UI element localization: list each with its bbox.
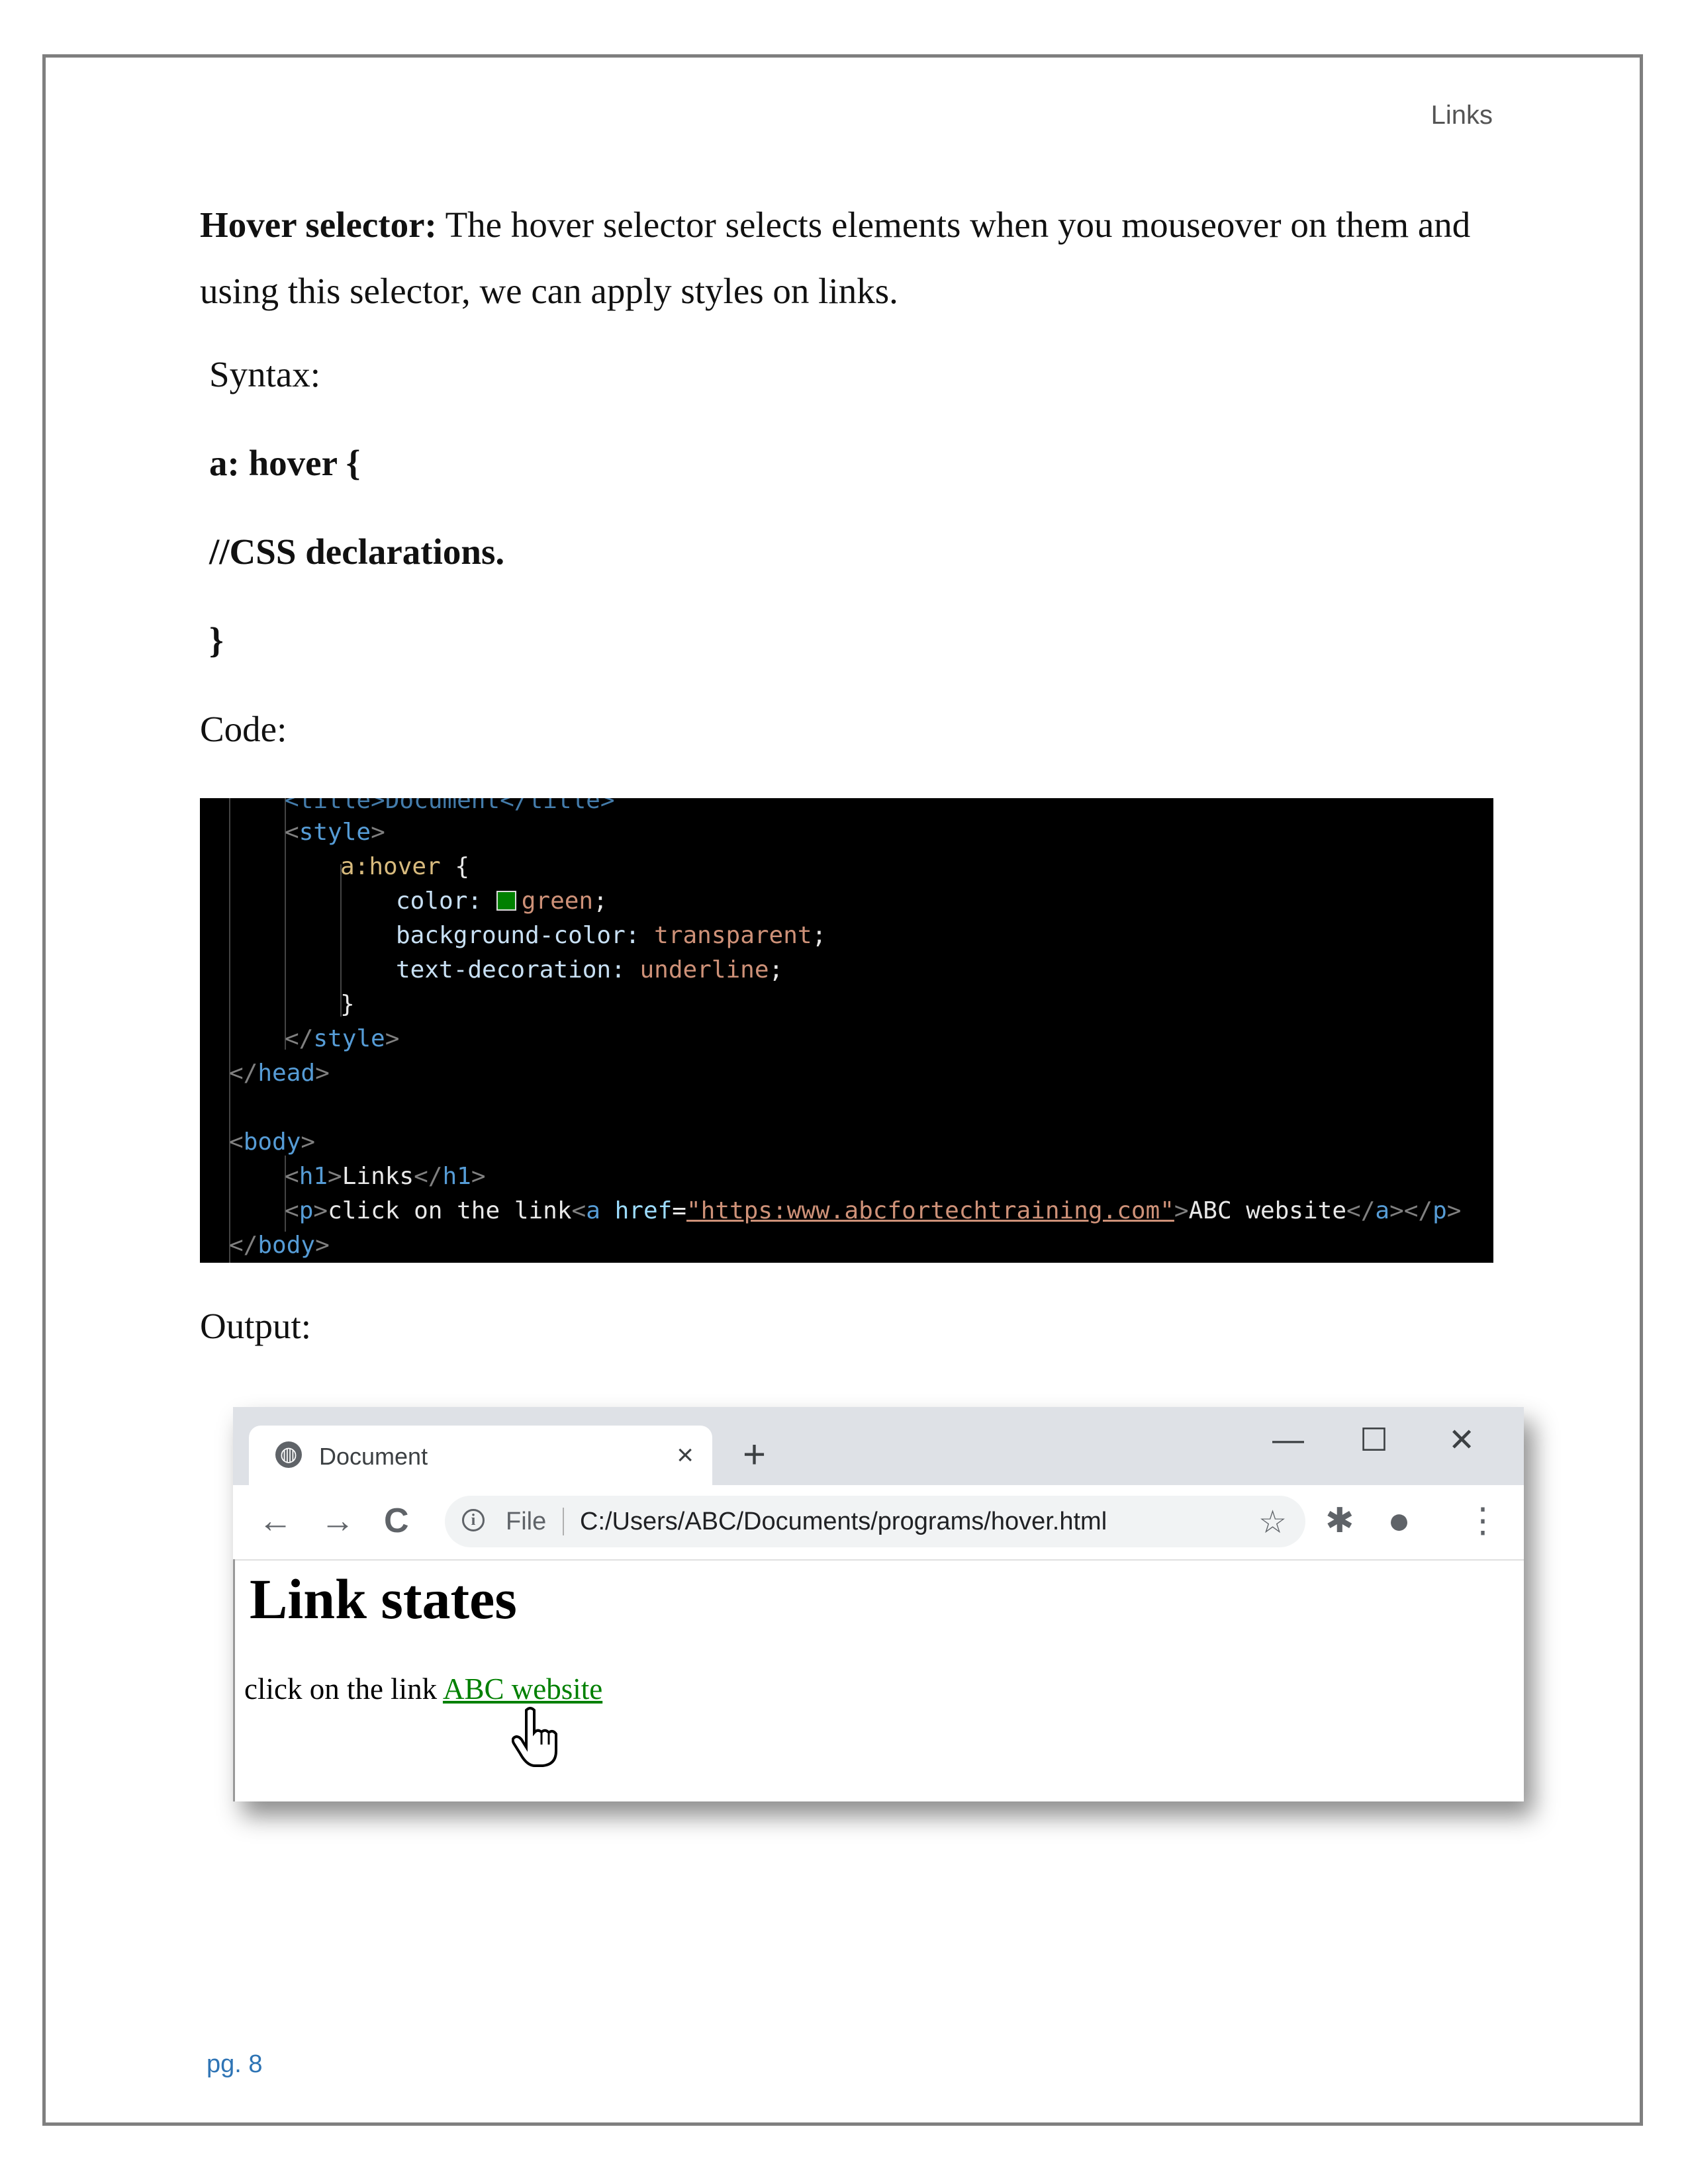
maximize-button[interactable]: ☐ — [1360, 1422, 1388, 1459]
intro-paragraph: Hover selector: The hover selector selec… — [200, 192, 1497, 324]
menu-icon[interactable]: ⋮ — [1466, 1501, 1500, 1541]
code-line-style-open: <style> — [285, 819, 385, 846]
back-icon[interactable]: ← — [258, 1501, 293, 1541]
extensions-icon[interactable]: ✱ — [1325, 1501, 1354, 1541]
code-label: Code: — [200, 709, 287, 749]
code-line-brace-close: } — [340, 991, 355, 1018]
page-number: pg. 8 — [207, 2050, 263, 2078]
code-line-decoration: text-decoration: underline; — [396, 956, 784, 983]
forward-icon[interactable]: → — [320, 1501, 355, 1541]
reload-icon[interactable]: C — [384, 1501, 409, 1541]
tab-bar: ◍ Document × + — ☐ ✕ — [233, 1407, 1524, 1485]
code-line-style-close: </style> — [285, 1025, 400, 1052]
code-line-head-close: </head> — [229, 1060, 330, 1087]
url-text[interactable]: C:/Users/ABC/Documents/programs/hover.ht… — [580, 1508, 1107, 1536]
color-swatch — [496, 891, 516, 911]
code-line-body-close: </body> — [229, 1232, 330, 1259]
tab-document[interactable]: ◍ Document × — [249, 1426, 712, 1485]
code-line-p: <p>click on the link<a href="https:www.a… — [285, 1197, 1462, 1224]
indent-guide — [229, 798, 230, 1263]
page-paragraph: click on the link ABC website — [244, 1672, 602, 1706]
toolbar: ← → C i File C:/Users/ABC/Documents/prog… — [233, 1485, 1524, 1561]
omnibox-divider — [563, 1508, 564, 1535]
code-line-h1: <h1>Links</h1> — [285, 1163, 486, 1190]
intro-term: Hover selector: — [200, 205, 437, 245]
output-label: Output: — [200, 1306, 312, 1346]
code-line-body-open: <body> — [229, 1128, 316, 1156]
code-line-selector: a:hover { — [340, 853, 470, 880]
syntax-line-2: //CSS declarations. — [209, 531, 505, 572]
syntax-line-3: } — [209, 620, 224, 660]
syntax-label: Syntax: — [209, 354, 321, 394]
code-line-color: color: green; — [396, 887, 608, 915]
tab-title: Document — [319, 1443, 428, 1470]
running-header: Links — [1430, 101, 1493, 130]
profile-icon[interactable]: ● — [1387, 1501, 1411, 1541]
close-tab-icon[interactable]: × — [677, 1439, 694, 1472]
globe-icon: ◍ — [275, 1441, 302, 1468]
minimize-button[interactable]: — — [1272, 1422, 1304, 1458]
syntax-line-1: a: hover { — [209, 443, 361, 483]
bookmark-star-icon[interactable]: ☆ — [1258, 1504, 1287, 1541]
file-label: File — [506, 1508, 547, 1535]
code-screenshot: <title>Document</title> <style> a:hover … — [200, 798, 1493, 1263]
new-tab-button[interactable]: + — [743, 1435, 766, 1475]
info-icon[interactable]: i — [462, 1509, 485, 1531]
hand-cursor-icon — [512, 1707, 557, 1767]
page-heading: Link states — [250, 1567, 517, 1631]
page-viewport: Link states click on the link ABC websit… — [233, 1559, 1524, 1801]
abc-website-link[interactable]: ABC website — [443, 1672, 602, 1706]
browser-window: ◍ Document × + — ☐ ✕ ← → C i File C:/Use… — [233, 1407, 1524, 1801]
address-bar[interactable]: i File C:/Users/ABC/Documents/programs/h… — [445, 1496, 1305, 1547]
code-line-background: background-color: transparent; — [396, 922, 827, 949]
close-window-button[interactable]: ✕ — [1448, 1422, 1475, 1459]
page-text: click on the link — [244, 1672, 443, 1706]
